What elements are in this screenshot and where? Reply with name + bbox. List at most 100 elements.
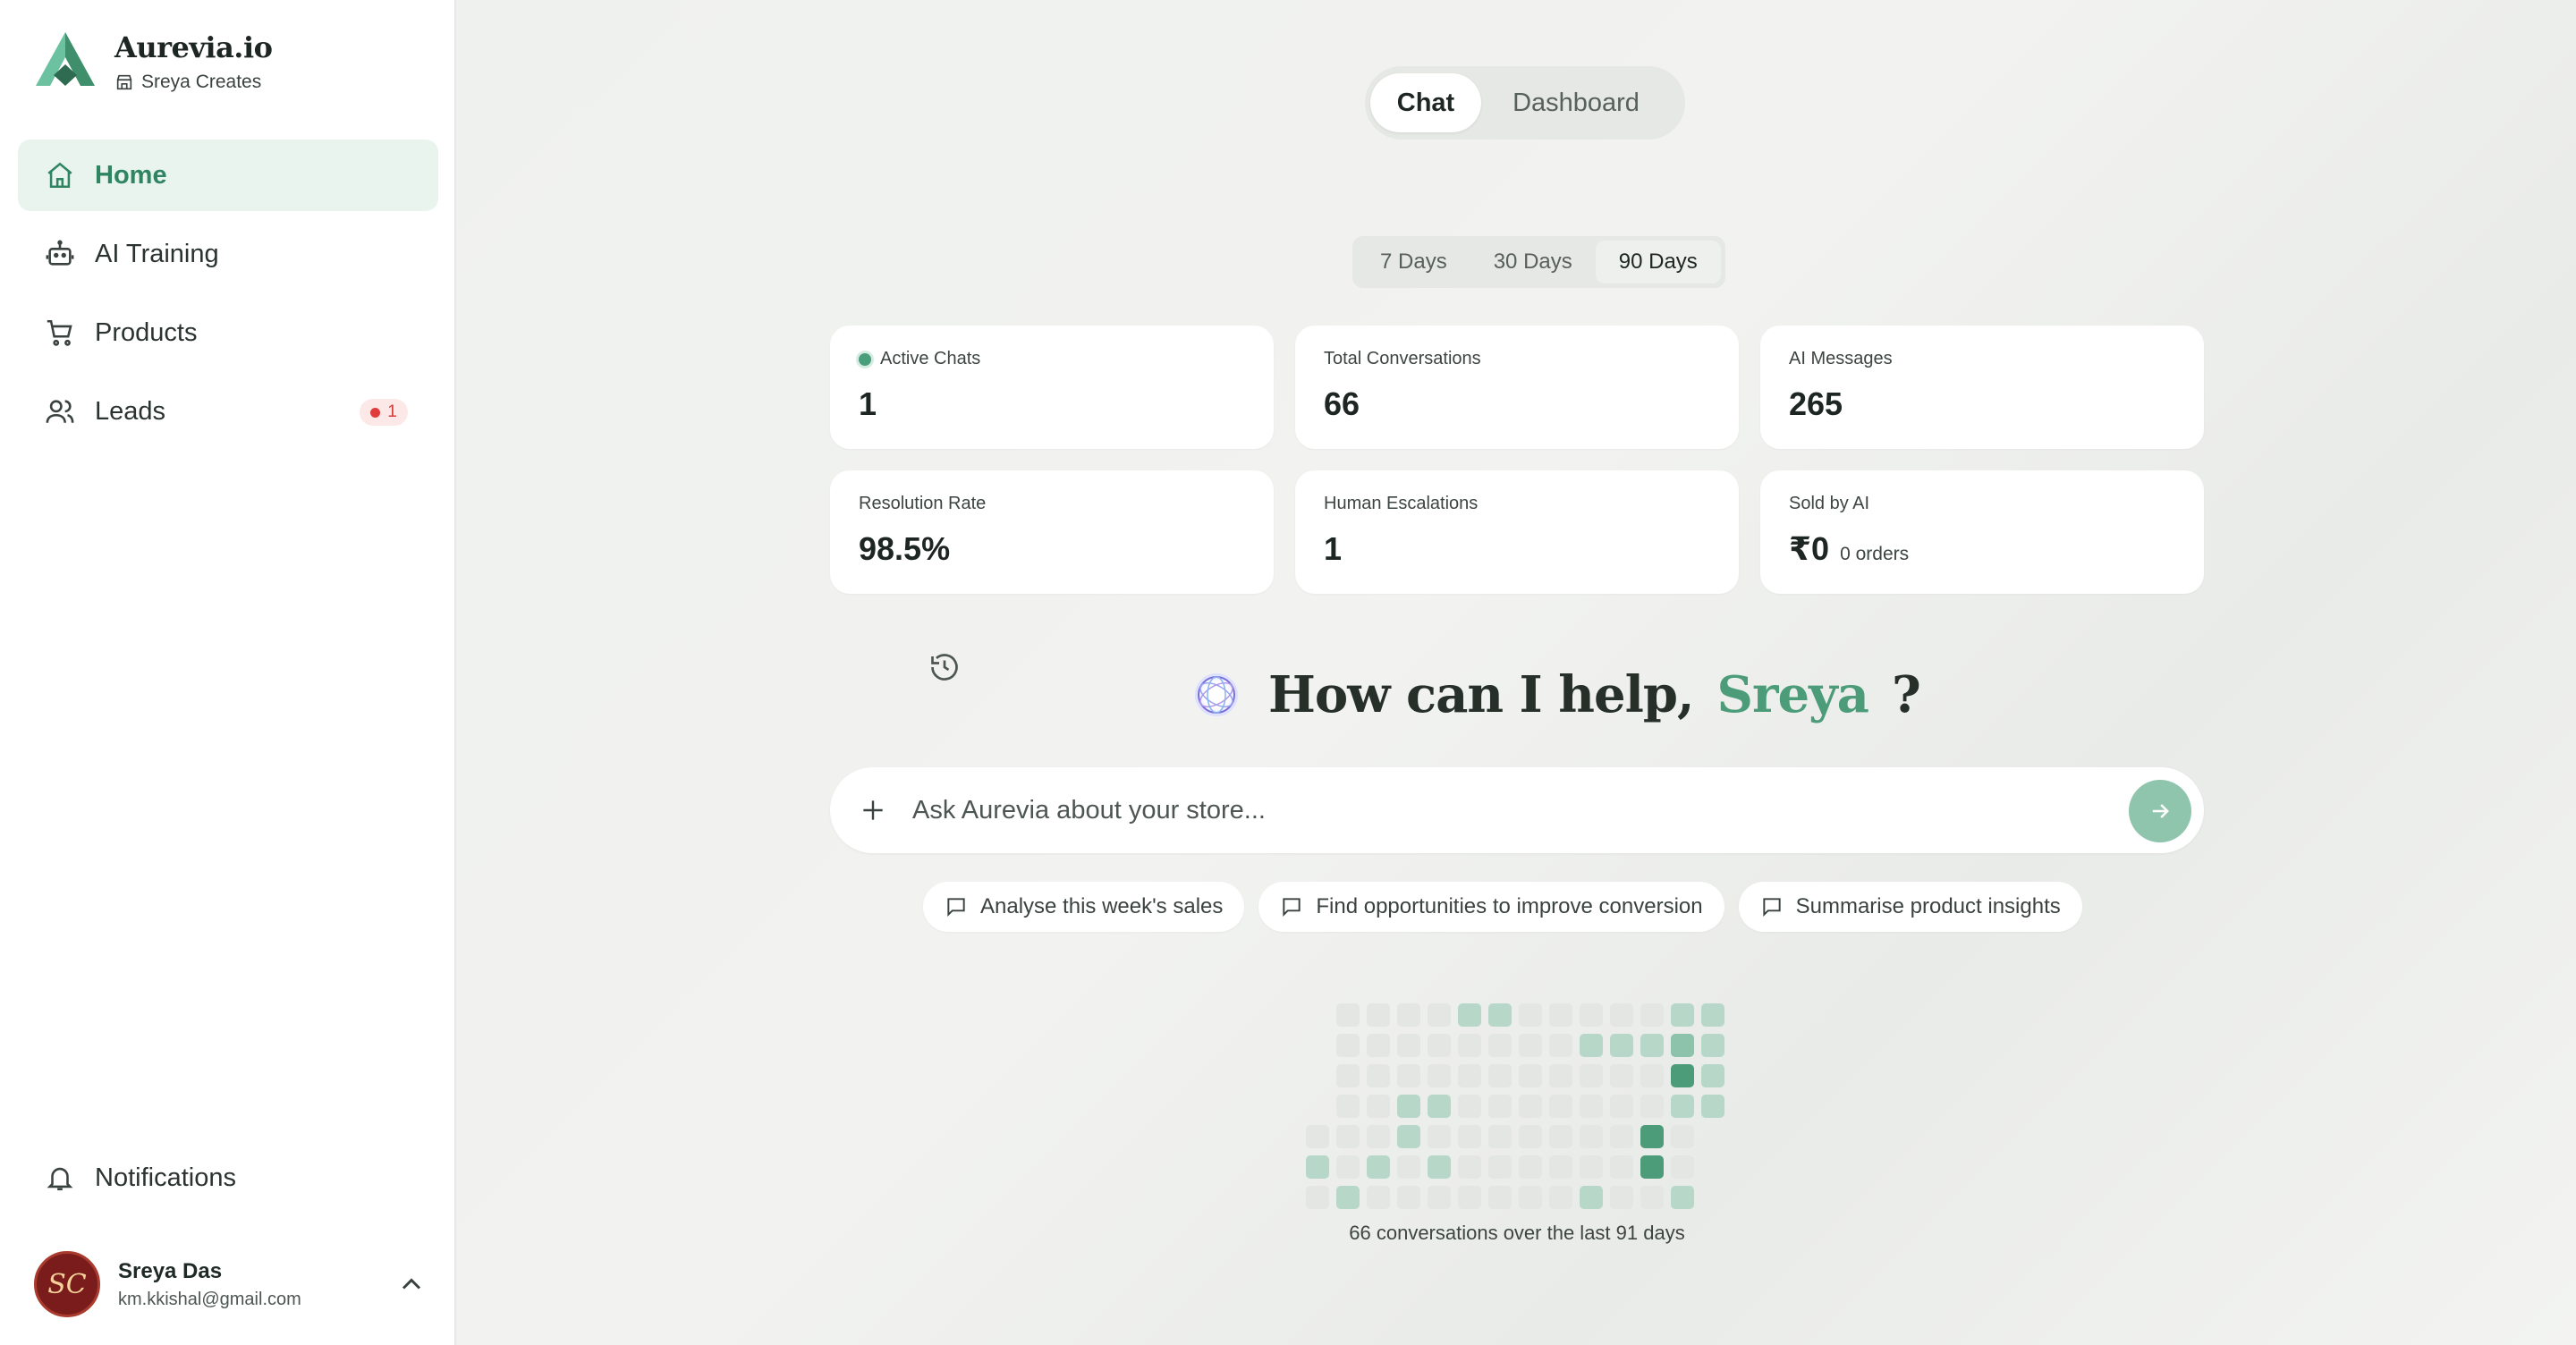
heatmap-cell[interactable] bbox=[1671, 1034, 1694, 1057]
sidebar-item-home[interactable]: Home bbox=[18, 140, 438, 211]
heatmap-cell[interactable] bbox=[1640, 1186, 1664, 1209]
heatmap-cell[interactable] bbox=[1428, 1003, 1451, 1027]
heatmap-cell[interactable] bbox=[1701, 1003, 1724, 1027]
heatmap-cell[interactable] bbox=[1640, 1095, 1664, 1118]
heatmap-cell[interactable] bbox=[1336, 1064, 1360, 1087]
range-7-days[interactable]: 7 Days bbox=[1357, 241, 1470, 283]
send-button[interactable] bbox=[2129, 780, 2191, 842]
heatmap-cell[interactable] bbox=[1701, 1064, 1724, 1087]
heatmap-cell[interactable] bbox=[1458, 1155, 1481, 1179]
heatmap-cell[interactable] bbox=[1549, 1064, 1572, 1087]
heatmap-cell[interactable] bbox=[1488, 1155, 1512, 1179]
heatmap-cell[interactable] bbox=[1610, 1095, 1633, 1118]
heatmap-cell[interactable] bbox=[1488, 1186, 1512, 1209]
heatmap-cell[interactable] bbox=[1519, 1064, 1542, 1087]
heatmap-cell[interactable] bbox=[1397, 1125, 1420, 1148]
heatmap-cell[interactable] bbox=[1671, 1186, 1694, 1209]
heatmap-cell[interactable] bbox=[1549, 1034, 1572, 1057]
heatmap-cell[interactable] bbox=[1488, 1003, 1512, 1027]
heatmap-cell[interactable] bbox=[1580, 1125, 1603, 1148]
heatmap-cell[interactable] bbox=[1610, 1125, 1633, 1148]
store-name[interactable]: Sreya Creates bbox=[114, 72, 272, 93]
heatmap-cell[interactable] bbox=[1367, 1034, 1390, 1057]
tab-dashboard[interactable]: Dashboard bbox=[1481, 73, 1671, 132]
heatmap-cell[interactable] bbox=[1610, 1034, 1633, 1057]
heatmap-cell[interactable] bbox=[1671, 1125, 1694, 1148]
heatmap-cell[interactable] bbox=[1306, 1125, 1329, 1148]
chevron-up-icon[interactable] bbox=[395, 1268, 428, 1300]
heatmap-cell[interactable] bbox=[1367, 1095, 1390, 1118]
heatmap-cell[interactable] bbox=[1519, 1155, 1542, 1179]
suggestion-chip-sales[interactable]: Analyse this week's sales bbox=[923, 882, 1245, 932]
heatmap-cell[interactable] bbox=[1397, 1095, 1420, 1118]
plus-icon[interactable] bbox=[859, 796, 887, 825]
heatmap-cell[interactable] bbox=[1549, 1125, 1572, 1148]
heatmap-cell[interactable] bbox=[1367, 1155, 1390, 1179]
heatmap-cell[interactable] bbox=[1519, 1034, 1542, 1057]
heatmap-cell[interactable] bbox=[1336, 1155, 1360, 1179]
heatmap-cell[interactable] bbox=[1458, 1034, 1481, 1057]
heatmap-cell[interactable] bbox=[1458, 1064, 1481, 1087]
heatmap-cell[interactable] bbox=[1610, 1186, 1633, 1209]
heatmap-cell[interactable] bbox=[1336, 1003, 1360, 1027]
heatmap-cell[interactable] bbox=[1549, 1186, 1572, 1209]
heatmap-cell[interactable] bbox=[1640, 1155, 1664, 1179]
ask-input[interactable] bbox=[912, 795, 2075, 825]
heatmap-cell[interactable] bbox=[1397, 1155, 1420, 1179]
heatmap-cell[interactable] bbox=[1519, 1186, 1542, 1209]
heatmap-cell[interactable] bbox=[1519, 1003, 1542, 1027]
heatmap-cell[interactable] bbox=[1397, 1034, 1420, 1057]
heatmap-cell[interactable] bbox=[1367, 1003, 1390, 1027]
heatmap-cell[interactable] bbox=[1428, 1064, 1451, 1087]
heatmap-cell[interactable] bbox=[1580, 1064, 1603, 1087]
heatmap-cell[interactable] bbox=[1580, 1155, 1603, 1179]
sidebar-item-products[interactable]: Products bbox=[18, 297, 438, 368]
heatmap-cell[interactable] bbox=[1306, 1155, 1329, 1179]
heatmap-cell[interactable] bbox=[1397, 1003, 1420, 1027]
heatmap-cell[interactable] bbox=[1701, 1034, 1724, 1057]
heatmap-cell[interactable] bbox=[1640, 1125, 1664, 1148]
heatmap-cell[interactable] bbox=[1428, 1125, 1451, 1148]
suggestion-chip-insights[interactable]: Summarise product insights bbox=[1738, 882, 2082, 932]
heatmap-cell[interactable] bbox=[1610, 1064, 1633, 1087]
heatmap-cell[interactable] bbox=[1549, 1095, 1572, 1118]
heatmap-cell[interactable] bbox=[1397, 1064, 1420, 1087]
suggestion-chip-conversion[interactable]: Find opportunities to improve conversion bbox=[1258, 882, 1724, 932]
heatmap-cell[interactable] bbox=[1488, 1125, 1512, 1148]
heatmap-cell[interactable] bbox=[1671, 1155, 1694, 1179]
heatmap-cell[interactable] bbox=[1367, 1064, 1390, 1087]
heatmap-cell[interactable] bbox=[1549, 1155, 1572, 1179]
heatmap-cell[interactable] bbox=[1580, 1186, 1603, 1209]
heatmap-cell[interactable] bbox=[1428, 1034, 1451, 1057]
heatmap-cell[interactable] bbox=[1428, 1095, 1451, 1118]
heatmap-cell[interactable] bbox=[1488, 1034, 1512, 1057]
heatmap-cell[interactable] bbox=[1640, 1034, 1664, 1057]
tab-chat[interactable]: Chat bbox=[1370, 73, 1481, 132]
heatmap-cell[interactable] bbox=[1306, 1186, 1329, 1209]
heatmap-cell[interactable] bbox=[1519, 1125, 1542, 1148]
heatmap-cell[interactable] bbox=[1519, 1095, 1542, 1118]
heatmap-cell[interactable] bbox=[1640, 1064, 1664, 1087]
heatmap-cell[interactable] bbox=[1671, 1003, 1694, 1027]
heatmap-cell[interactable] bbox=[1367, 1186, 1390, 1209]
heatmap-cell[interactable] bbox=[1671, 1064, 1694, 1087]
user-menu[interactable]: SC Sreya Das km.kkishal@gmail.com bbox=[34, 1248, 428, 1320]
heatmap-cell[interactable] bbox=[1580, 1003, 1603, 1027]
heatmap-cell[interactable] bbox=[1549, 1003, 1572, 1027]
heatmap-cell[interactable] bbox=[1336, 1125, 1360, 1148]
heatmap-cell[interactable] bbox=[1488, 1064, 1512, 1087]
heatmap-cell[interactable] bbox=[1397, 1186, 1420, 1209]
heatmap-cell[interactable] bbox=[1458, 1003, 1481, 1027]
heatmap-cell[interactable] bbox=[1488, 1095, 1512, 1118]
heatmap-cell[interactable] bbox=[1458, 1186, 1481, 1209]
brand[interactable]: Aurevia.io Sreya Creates bbox=[34, 30, 273, 93]
heatmap-cell[interactable] bbox=[1336, 1186, 1360, 1209]
heatmap-cell[interactable] bbox=[1610, 1155, 1633, 1179]
heatmap-cell[interactable] bbox=[1336, 1095, 1360, 1118]
heatmap-cell[interactable] bbox=[1458, 1125, 1481, 1148]
range-30-days[interactable]: 30 Days bbox=[1470, 241, 1596, 283]
sidebar-item-ai-training[interactable]: AI Training bbox=[18, 218, 438, 290]
heatmap-cell[interactable] bbox=[1367, 1125, 1390, 1148]
heatmap-cell[interactable] bbox=[1428, 1155, 1451, 1179]
heatmap-cell[interactable] bbox=[1336, 1034, 1360, 1057]
